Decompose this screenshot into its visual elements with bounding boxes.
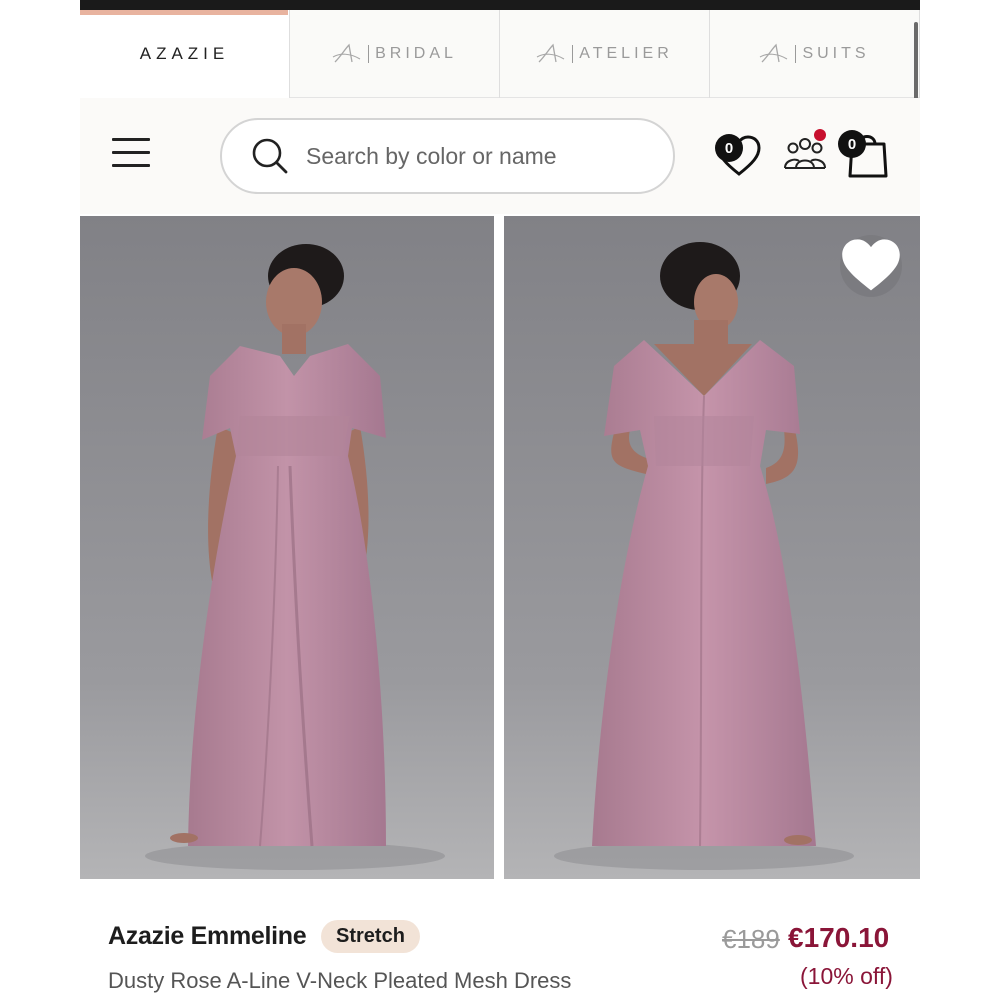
product-photo-front[interactable] (80, 216, 494, 879)
cart-count-badge: 0 (838, 130, 866, 158)
tab-suits[interactable]: SUITS (710, 10, 920, 98)
tab-label: ATELIER (579, 45, 673, 62)
azazie-a-logo-icon (760, 43, 788, 63)
product-name[interactable]: Azazie Emmeline (108, 922, 307, 951)
tab-bridal[interactable]: BRIDAL (290, 10, 500, 98)
tab-atelier[interactable]: ATELIER (500, 10, 710, 98)
divider (795, 45, 797, 63)
wishlist-count-badge: 0 (715, 134, 743, 162)
sale-price: €170.10 (788, 922, 890, 953)
tab-label: SUITS (802, 45, 870, 62)
tab-label: AZAZIE (139, 44, 230, 63)
search-icon (252, 138, 288, 174)
tabs-scrollbar[interactable] (914, 22, 918, 100)
brand-tabs: AZAZIE BRIDAL ATELIER SUITS (80, 10, 920, 100)
heart-icon (842, 239, 900, 291)
tab-label: BRIDAL (375, 45, 457, 62)
dress-back-image (504, 216, 920, 879)
product-photo-back[interactable] (504, 216, 920, 879)
favorite-button[interactable] (840, 235, 902, 297)
tab-azazie[interactable]: AZAZIE (80, 10, 290, 98)
cart-button[interactable]: 0 (838, 128, 890, 180)
stretch-badge: Stretch (321, 920, 420, 953)
status-bar-strip (80, 0, 920, 10)
search-bar[interactable] (220, 118, 675, 194)
site-header: 0 0 (80, 98, 920, 214)
dress-front-image (80, 216, 494, 879)
notification-dot (814, 129, 826, 141)
wishlist-button[interactable]: 0 (713, 130, 765, 180)
divider (368, 45, 370, 63)
azazie-a-logo-icon (332, 43, 361, 63)
product-description[interactable]: Dusty Rose A-Line V-Neck Pleated Mesh Dr… (108, 968, 571, 994)
original-price: €189 (722, 924, 780, 954)
search-input[interactable] (306, 142, 636, 170)
product-listing-page: AZAZIE BRIDAL ATELIER SUITS Search by co… (80, 0, 920, 1000)
community-button[interactable] (783, 129, 827, 174)
divider (572, 45, 574, 63)
azazie-a-logo-icon (536, 43, 565, 63)
hamburger-menu-icon[interactable] (112, 138, 152, 172)
discount-label: (10% off) (800, 963, 893, 989)
